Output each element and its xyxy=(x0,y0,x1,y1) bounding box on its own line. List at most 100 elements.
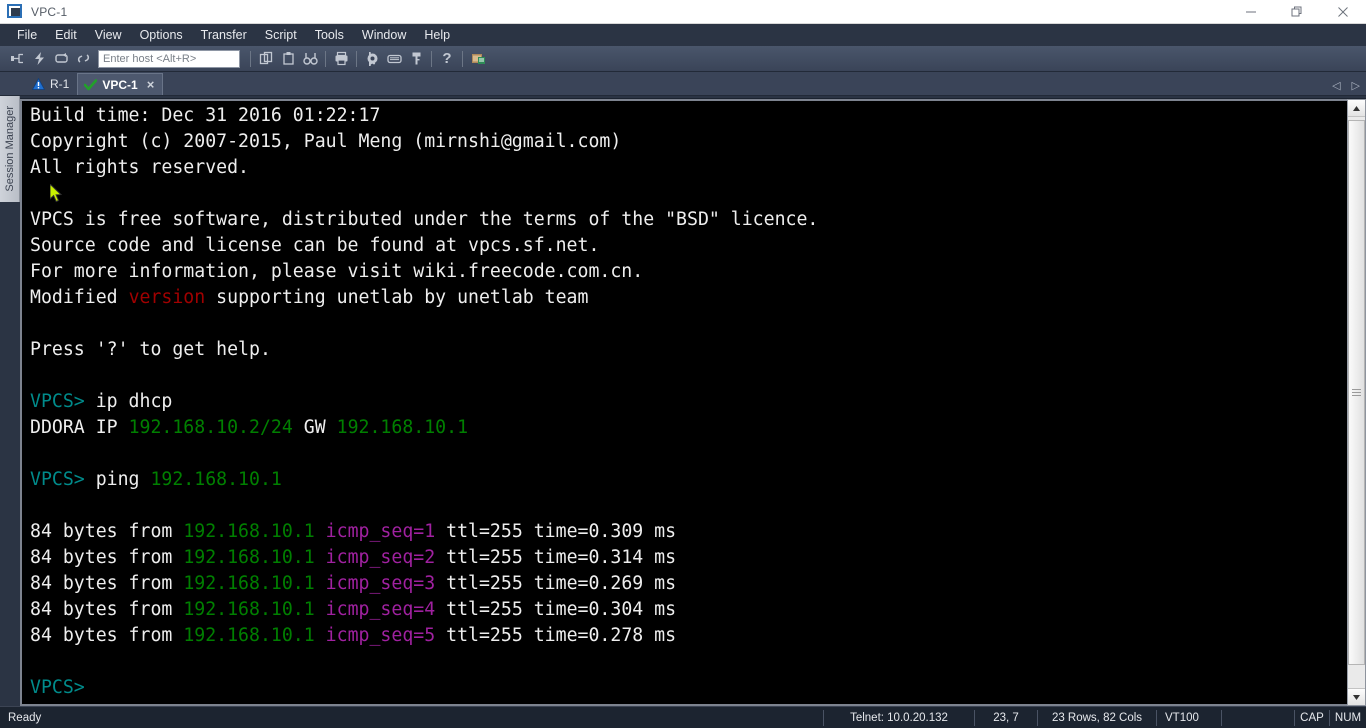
terminal-text-segment: Press '?' to get help. xyxy=(30,339,271,360)
tab-next-arrow-icon[interactable]: ▷ xyxy=(1352,81,1360,92)
terminal-text-segment: 192.168.10.1 xyxy=(150,469,282,490)
toolbar: Enter host <Alt+R> ? xyxy=(0,46,1366,72)
menu-tools[interactable]: Tools xyxy=(306,25,353,46)
status-emulation: VT100 xyxy=(1165,711,1199,724)
green-check-icon xyxy=(84,78,98,90)
terminal-text-segment: DDORA IP xyxy=(30,417,129,438)
terminal-text-segment: 192.168.10.1 xyxy=(183,573,315,594)
terminal-text-segment: 192.168.10.1 xyxy=(183,521,315,542)
paste-icon[interactable] xyxy=(277,48,299,70)
tab-navigation: ◁ ▷ xyxy=(1332,81,1360,92)
crt-terminal-window: VPC-1 File Edit View Options Transfer Sc… xyxy=(0,0,1366,728)
tab-r-1[interactable]: R-1 xyxy=(26,73,77,95)
terminal-text-segment: ip dhcp xyxy=(84,391,173,412)
terminal-text-segment: supporting unetlab by unetlab team xyxy=(205,287,589,308)
tab-label: VPC-1 xyxy=(102,77,138,92)
terminal-text-segment: ttl=255 time=0.314 ms xyxy=(435,547,677,568)
menu-help[interactable]: Help xyxy=(415,25,459,46)
reconnect-icon[interactable] xyxy=(50,48,72,70)
tab-label: R-1 xyxy=(50,77,70,91)
menu-window[interactable]: Window xyxy=(353,25,415,46)
terminal-text-segment: version xyxy=(128,287,206,308)
copy-icon[interactable] xyxy=(255,48,277,70)
tab-close-icon[interactable]: × xyxy=(147,77,155,92)
terminal-text-segment: Modified xyxy=(30,287,129,308)
tab-prev-arrow-icon[interactable]: ◁ xyxy=(1332,81,1340,92)
terminal-text-segment: 192.168.10.2/24 xyxy=(128,417,293,438)
terminal-text-segment: 192.168.10.1 xyxy=(183,547,315,568)
status-cursor-position: 23, 7 xyxy=(993,711,1019,724)
terminal-text-segment: ping xyxy=(84,469,151,490)
terminal-text-segment: 192.168.10.1 xyxy=(336,417,469,438)
connect-icon[interactable] xyxy=(6,48,28,70)
host-input[interactable]: Enter host <Alt+R> xyxy=(98,49,240,68)
terminal-text-segment: ttl=255 time=0.278 ms xyxy=(435,625,677,646)
scrollbar-thumb[interactable] xyxy=(1348,120,1365,666)
terminal-text-segment: 84 bytes from xyxy=(30,599,184,620)
help-icon[interactable]: ? xyxy=(436,48,458,70)
session-manager-tab[interactable]: Session Manager xyxy=(0,96,20,202)
window-title: VPC-1 xyxy=(31,4,68,19)
menu-view[interactable]: View xyxy=(86,25,131,46)
terminal-text-segment: Build time: Dec 31 2016 01:22:17 xyxy=(30,105,381,126)
menu-script[interactable]: Script xyxy=(256,25,306,46)
terminal-text-segment: 84 bytes from xyxy=(30,521,184,542)
terminal-text-segment: GW xyxy=(292,417,337,438)
terminal-text-segment: 192.168.10.1 xyxy=(183,625,315,646)
menu-file[interactable]: File xyxy=(8,25,46,46)
terminal-text-segment: Copyright (c) 2007-2015, Paul Meng (mirn… xyxy=(30,131,622,152)
warning-triangle-icon xyxy=(32,78,45,90)
key-icon[interactable] xyxy=(405,48,427,70)
status-caps-indicator: CAP xyxy=(1300,711,1324,724)
toolbar-divider-1 xyxy=(250,50,251,67)
terminal-screen[interactable]: Build time: Dec 31 2016 01:22:17 Copyrig… xyxy=(20,99,1347,706)
terminal-text-segment: 192.168.10.1 xyxy=(183,599,315,620)
session-manager-rail: Session Manager xyxy=(0,96,20,706)
find-icon[interactable] xyxy=(299,48,321,70)
terminal-text-segment: 84 bytes from xyxy=(30,625,184,646)
close-button[interactable] xyxy=(1320,0,1366,24)
terminal-text-segment: icmp_seq=2 xyxy=(325,547,436,568)
settings-gear-icon[interactable] xyxy=(361,48,383,70)
terminal-text-segment: All rights reserved. xyxy=(30,157,249,178)
scrollbar-grip-icon xyxy=(1352,387,1361,398)
terminal-text-segment: VPCS is free software, distributed under… xyxy=(30,209,819,230)
terminal-text-segment: VPCS> xyxy=(30,677,85,698)
scroll-up-arrow-icon[interactable] xyxy=(1348,100,1365,117)
status-connection: Telnet: 10.0.20.132 xyxy=(850,711,948,724)
window-controls xyxy=(1228,0,1366,24)
menu-edit[interactable]: Edit xyxy=(46,25,86,46)
status-dimensions: 23 Rows, 82 Cols xyxy=(1051,711,1143,724)
status-num-indicator: NUM xyxy=(1334,711,1362,724)
toolbar-divider-4 xyxy=(431,50,432,67)
print-icon[interactable] xyxy=(330,48,352,70)
terminal-text-segment: ttl=255 time=0.269 ms xyxy=(435,573,677,594)
terminal-text-segment: ttl=255 time=0.309 ms xyxy=(435,521,677,542)
menu-options[interactable]: Options xyxy=(131,25,192,46)
terminal-scrollbar[interactable] xyxy=(1347,99,1366,706)
menu-bar: File Edit View Options Transfer Script T… xyxy=(0,24,1366,46)
minimize-button[interactable] xyxy=(1228,0,1274,24)
quick-connect-icon[interactable] xyxy=(28,48,50,70)
disconnect-icon[interactable] xyxy=(72,48,94,70)
status-ready: Ready xyxy=(8,711,42,724)
session-manager-icon[interactable] xyxy=(467,48,489,70)
scroll-down-arrow-icon[interactable] xyxy=(1348,688,1365,705)
title-bar: VPC-1 xyxy=(0,0,1366,24)
terminal-text-segment: 84 bytes from xyxy=(30,547,184,568)
terminal-text-segment: For more information, please visit wiki.… xyxy=(30,261,644,282)
scrollbar-track[interactable] xyxy=(1348,117,1365,688)
terminal-text-segment: icmp_seq=5 xyxy=(325,625,436,646)
terminal-pane: Build time: Dec 31 2016 01:22:17 Copyrig… xyxy=(20,98,1366,706)
restore-button[interactable] xyxy=(1274,0,1320,24)
tab-vpc-1[interactable]: VPC-1 × xyxy=(77,73,164,95)
terminal-text-segment: icmp_seq=1 xyxy=(325,521,436,542)
keyboard-icon[interactable] xyxy=(383,48,405,70)
menu-transfer[interactable]: Transfer xyxy=(192,25,256,46)
terminal-text-segment: ttl=255 time=0.304 ms xyxy=(435,599,677,620)
